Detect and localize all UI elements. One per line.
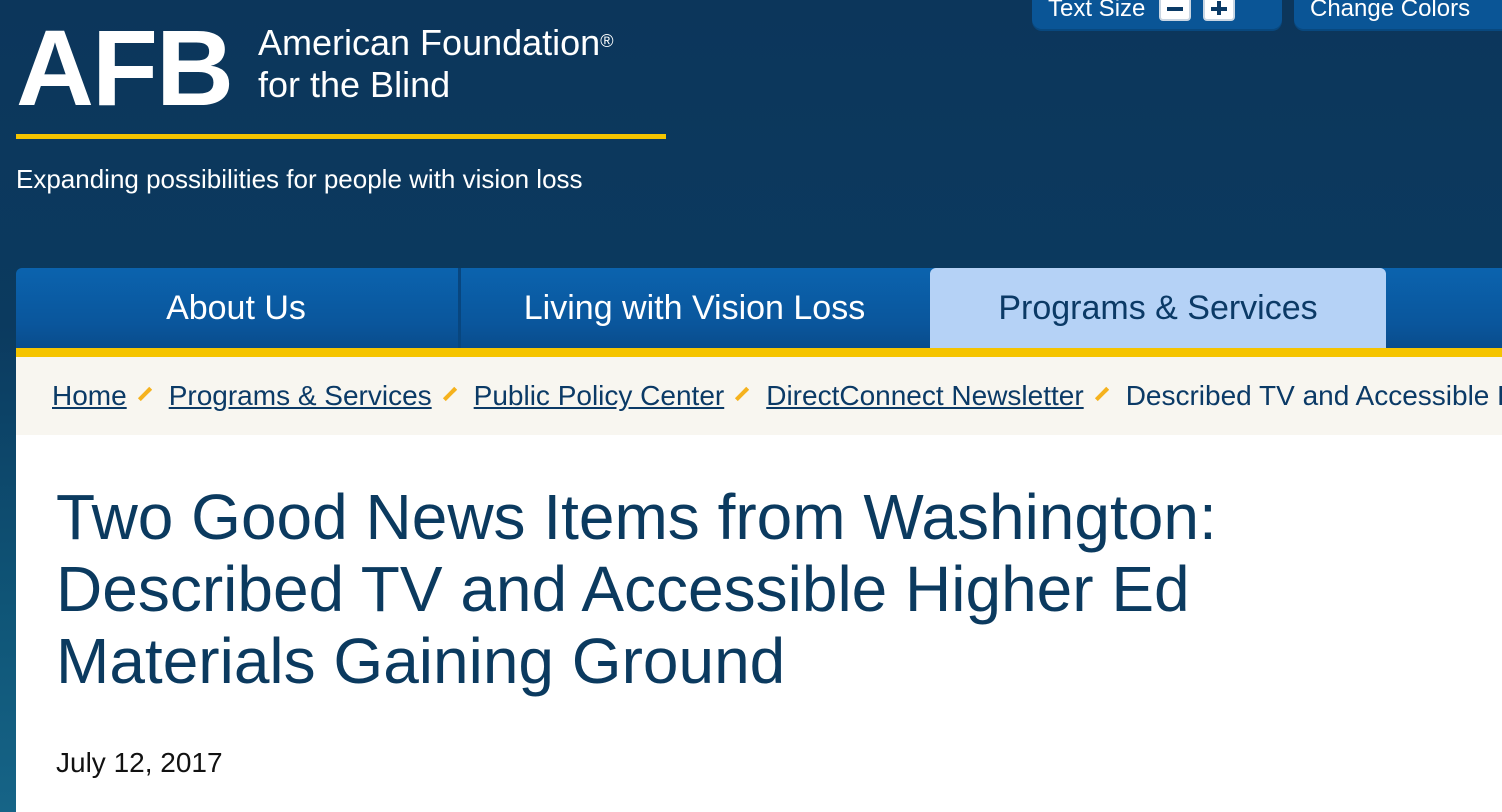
text-size-label: Text Size [1048,0,1146,22]
nav-item-about-us[interactable]: About Us [16,268,456,348]
chevron-right-icon [1094,386,1109,402]
nav-item-living-with-vision-loss[interactable]: Living with Vision Loss [458,268,928,348]
change-colors-button[interactable]: Change Colors [1294,0,1502,31]
main-content: Home Programs & Services Public Policy C… [16,357,1502,812]
page-title: Two Good News Items from Washington: Des… [56,481,1217,697]
logo-name-line2: for the Blind [258,64,451,105]
decrease-text-size-button[interactable] [1159,0,1192,21]
nav-item-programs-services[interactable]: Programs & Services [930,268,1386,348]
text-size-control: Text Size [1032,0,1282,31]
nav-divider [16,348,1502,357]
publish-date: July 12, 2017 [56,747,223,778]
tagline: Expanding possibilities for people with … [16,164,583,194]
increase-text-size-button[interactable] [1203,0,1236,21]
change-colors-label: Change Colors [1310,0,1471,22]
logo-name: American Foundation® for the Blind [258,22,613,106]
chevron-right-icon [442,386,457,402]
logo-mark: AFB [16,7,234,128]
page: Text Size Change Colors AFB American Fou… [0,0,1502,812]
breadcrumb-programs-services[interactable]: Programs & Services [169,380,432,412]
chevron-right-icon [137,386,152,402]
chevron-right-icon [735,386,750,402]
afb-logo[interactable]: AFB American Foundation® for the Blind [16,7,666,143]
breadcrumb-public-policy-center[interactable]: Public Policy Center [474,380,725,412]
breadcrumb-home[interactable]: Home [52,380,127,412]
registered-mark: ® [600,31,614,51]
breadcrumb-current: Described TV and Accessible Higher Ed Ma… [1125,380,1502,411]
breadcrumb-directconnect-newsletter[interactable]: DirectConnect Newsletter [766,380,1083,412]
main-nav: About Us Living with Vision Loss Program… [16,268,1502,348]
logo-divider [16,134,666,139]
logo-name-line1: American Foundation [258,22,601,63]
breadcrumb: Home Programs & Services Public Policy C… [16,357,1502,435]
